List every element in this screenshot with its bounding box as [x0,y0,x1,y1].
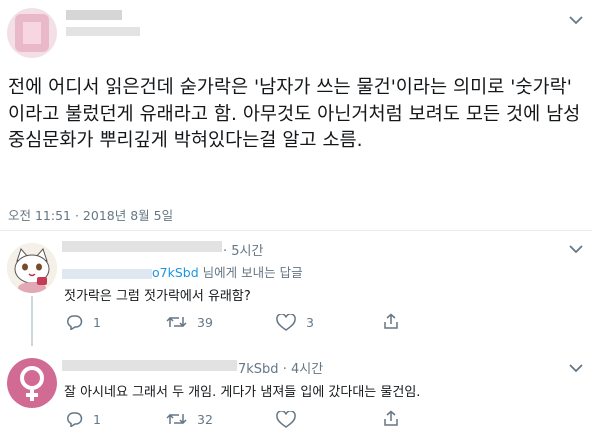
like-count: 3 [306,315,314,330]
tweet-text: 전에 어디서 읽은건데 숟가락은 '남자가 쓰는 물건'이라는 의미로 '숫가락… [8,77,581,151]
share-button[interactable] [383,410,409,427]
reply-button[interactable]: 1 [66,411,101,427]
reply-icon [67,412,83,427]
like-button[interactable]: 3 [276,314,314,331]
author-avatar[interactable] [7,8,57,58]
tweet-menu-chevron-down-icon[interactable] [569,14,583,28]
replying-to: o7kSbd 님에게 보내는 답글 [62,262,303,281]
author-handle-redacted[interactable] [66,27,140,36]
reply-author-redacted[interactable] [62,241,222,252]
reply-icon [67,315,83,330]
reply-text: 젓가락은 그럼 젓가락에서 유래함? [64,289,251,304]
reply-count: 1 [93,411,101,427]
retweet-icon [166,316,187,328]
retweet-button[interactable]: 39 [166,314,213,330]
replying-to-suffix: 님에게 보내는 답글 [198,265,303,280]
retweet-button[interactable]: 32 [166,411,213,427]
like-button[interactable] [276,411,306,428]
cat-avatar-icon [7,243,57,293]
reply-author-handle[interactable]: 7kSbd · 4시간 [238,358,323,377]
reply-time[interactable]: · 4시간 [283,362,323,377]
retweet-icon [166,413,187,425]
thread-line [31,296,33,346]
share-icon [384,313,398,329]
reply-time[interactable]: · 5시간 [223,240,263,259]
reply-author-avatar[interactable] [7,243,57,293]
divider [0,230,592,231]
author-name-redacted[interactable] [66,10,122,20]
retweet-count: 32 [197,411,213,427]
reply-menu-chevron-down-icon[interactable] [569,362,583,376]
like-icon [276,411,296,428]
reply-author-redacted[interactable] [62,360,237,371]
reply-button[interactable]: 1 [66,314,101,330]
share-button[interactable] [383,313,409,330]
replying-to-handle[interactable]: o7kSbd [152,265,199,280]
tweet-timestamp[interactable]: 오전 11:51 · 2018년 8월 5일 [8,205,173,224]
reply-author-avatar[interactable] [7,358,57,408]
reply-text: 잘 아시네요 그래서 두 개임. 게다가 냄져들 입에 갔다대는 물건임. [64,385,421,400]
like-icon [276,314,296,331]
female-symbol-icon [20,366,44,401]
retweet-count: 39 [197,314,213,330]
reply-count: 1 [93,314,101,330]
share-icon [384,410,398,426]
reply-menu-chevron-down-icon[interactable] [569,243,583,257]
